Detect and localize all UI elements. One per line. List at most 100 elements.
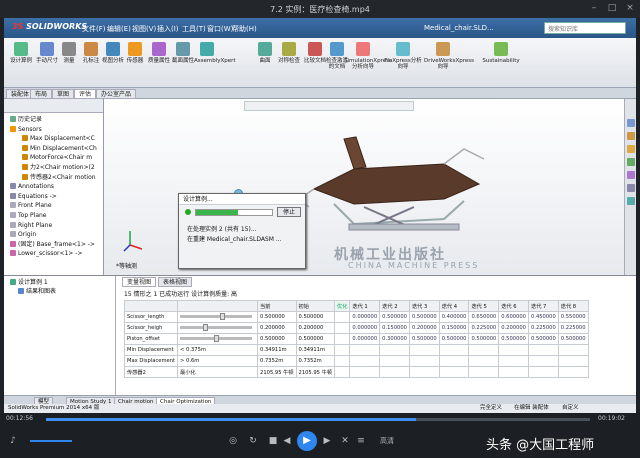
- tree-item[interactable]: (固定) Base_frame<1> ->: [10, 240, 95, 249]
- slider-thumb[interactable]: [203, 324, 209, 331]
- study-tree-root[interactable]: 设计算例 1: [10, 279, 48, 287]
- iteration-value: 0.225000: [468, 322, 500, 334]
- tree-item[interactable]: Sensors: [10, 125, 42, 134]
- slider-thumb[interactable]: [213, 335, 219, 342]
- menu-item[interactable]: 工具(T): [182, 24, 206, 34]
- ribbon-label: 设计算例: [9, 58, 32, 64]
- stop-button[interactable]: 停止: [277, 207, 301, 217]
- screenshot-icon[interactable]: ◎: [228, 436, 238, 446]
- value-slider[interactable]: [180, 335, 253, 342]
- ribbon-button[interactable]: 质量属性: [146, 42, 172, 64]
- previous-icon[interactable]: ◀: [282, 436, 292, 446]
- ribbon-label: AssemblyXpert: [194, 58, 236, 64]
- seek-bar[interactable]: [46, 418, 590, 421]
- initial-value: 0.7352m: [295, 355, 336, 367]
- ribbon-button[interactable]: AssemblyXpert: [194, 42, 236, 64]
- tree-item-label: 力2<Chair motion>(2: [30, 164, 95, 171]
- ribbon-button[interactable]: DriveWorksXpress向导: [424, 42, 474, 70]
- row-condition[interactable]: [177, 322, 259, 334]
- ribbon-button[interactable]: 设计算例: [8, 42, 34, 64]
- menu-item[interactable]: 视图(V): [132, 24, 156, 34]
- study-tree-results[interactable]: 结果和图表: [18, 288, 56, 296]
- tree-item[interactable]: 力2<Chair motion>(2: [22, 164, 95, 172]
- slider-thumb[interactable]: [220, 313, 226, 320]
- menu-item[interactable]: 文件(F): [82, 24, 106, 34]
- heads-up-view-toolbar[interactable]: [244, 101, 414, 111]
- iteration-value: [379, 344, 410, 356]
- volume-slider[interactable]: [30, 440, 72, 442]
- value-slider[interactable]: [180, 313, 253, 320]
- sw-title-bar: 3S SOLIDWORKS 文件(F) 编辑(E) 视图(V) 插入(I) 工具(T) 窗…: [4, 18, 636, 38]
- tree-item[interactable]: Origin: [10, 231, 36, 239]
- table-header-cell: 迭代 8: [557, 300, 589, 312]
- ribbon-icon: [200, 42, 214, 56]
- iteration-value: [379, 366, 410, 378]
- minimize-icon[interactable]: –: [588, 2, 600, 14]
- play-button[interactable]: ▶: [297, 431, 317, 451]
- mute-icon[interactable]: ✕: [340, 436, 350, 446]
- opt-tab[interactable]: 表格视图: [158, 277, 193, 287]
- dialog-status-line1: 在处理实例 2 (共有 15)...: [187, 226, 257, 233]
- tree-item[interactable]: Top Plane: [10, 212, 47, 220]
- opt-tab[interactable]: 变量视图: [122, 277, 157, 287]
- next-icon[interactable]: ▶: [322, 436, 332, 446]
- playlist-icon[interactable]: ≡: [356, 436, 366, 446]
- tree-item[interactable]: Right Plane: [10, 221, 52, 230]
- iteration-value: [379, 355, 410, 367]
- tree-item[interactable]: Front Plane: [10, 202, 52, 210]
- maximize-icon[interactable]: □: [606, 2, 618, 14]
- cm-tab[interactable]: 草图: [52, 89, 75, 99]
- stop-icon[interactable]: ■: [268, 436, 278, 446]
- task-pane-icon[interactable]: [627, 158, 635, 166]
- ribbon-label: 手动尺寸: [35, 58, 58, 64]
- cm-tab[interactable]: 评估: [74, 89, 97, 99]
- ribbon-button[interactable]: 传感器: [122, 42, 148, 64]
- menu-item[interactable]: 插入(I): [157, 24, 179, 34]
- tree-item[interactable]: Annotations: [10, 183, 54, 191]
- table-row: 传感器2 最小化 2105.95 牛顿 2105.95 牛顿: [123, 366, 589, 378]
- task-pane-icon[interactable]: [627, 171, 635, 179]
- value-slider[interactable]: [180, 324, 253, 331]
- video-player-controls: 00:12:56 00:19:02 ♪ ◎ ↻ ■ ◀ ▶ ▶ ✕ ≡ 高清 头…: [0, 413, 640, 458]
- view-orientation-label: *等轴测: [116, 263, 138, 270]
- cm-tab[interactable]: 办公室产品: [96, 89, 137, 99]
- ribbon-button[interactable]: Sustainability: [482, 42, 520, 64]
- iteration-value: 0.500000: [528, 333, 559, 345]
- ribbon-button[interactable]: 对称检查: [276, 42, 302, 64]
- task-pane-icon[interactable]: [627, 132, 635, 140]
- tree-item[interactable]: Max Displacement<C: [22, 135, 95, 143]
- tree-item[interactable]: Equations ->: [10, 192, 57, 201]
- iteration-value: 0.450000: [528, 311, 559, 323]
- chair-model[interactable]: [294, 129, 494, 239]
- quality-label[interactable]: 高清: [376, 436, 398, 446]
- cm-tab[interactable]: 布局: [30, 89, 53, 99]
- task-pane-icon[interactable]: [627, 197, 635, 205]
- ribbon-button[interactable]: SimulationXpress分析向导: [344, 42, 392, 70]
- task-pane-icon[interactable]: [627, 184, 635, 192]
- menu-item[interactable]: 帮助(H): [232, 24, 257, 34]
- close-icon[interactable]: ×: [624, 2, 636, 14]
- status-custom: 自定义: [562, 405, 579, 411]
- task-pane-icon[interactable]: [627, 119, 635, 127]
- task-pane-icon[interactable]: [627, 145, 635, 153]
- feature-tree-toolbar: [4, 99, 103, 113]
- table-header-cell: 迭代 2: [379, 300, 410, 312]
- tree-item[interactable]: 历史记录: [10, 116, 42, 124]
- optimal-value: [334, 311, 351, 323]
- tree-item[interactable]: 传感器2<Chair motion: [22, 173, 96, 182]
- tree-item[interactable]: MotorForce<Chair m: [22, 154, 92, 162]
- volume-icon[interactable]: ♪: [8, 436, 18, 446]
- ribbon-button[interactable]: 截面属性: [170, 42, 196, 64]
- loop-icon[interactable]: ↻: [248, 436, 258, 446]
- ribbon-button[interactable]: 曲面: [252, 42, 278, 64]
- row-condition[interactable]: [177, 311, 259, 323]
- menu-item[interactable]: 窗口(W): [207, 24, 233, 34]
- menu-item[interactable]: 编辑(E): [107, 24, 131, 34]
- ribbon-button[interactable]: FloXpress分析向导: [384, 42, 422, 70]
- search-input[interactable]: 搜索知识库: [544, 22, 626, 34]
- brand-watermark: 头条 @大国工程师: [486, 438, 595, 453]
- iteration-value: 0.500000: [557, 333, 589, 345]
- row-condition[interactable]: [177, 333, 259, 345]
- tree-item[interactable]: Lower_scissor<1> ->: [10, 250, 82, 258]
- tree-item[interactable]: Min Displacement<Ch: [22, 144, 97, 153]
